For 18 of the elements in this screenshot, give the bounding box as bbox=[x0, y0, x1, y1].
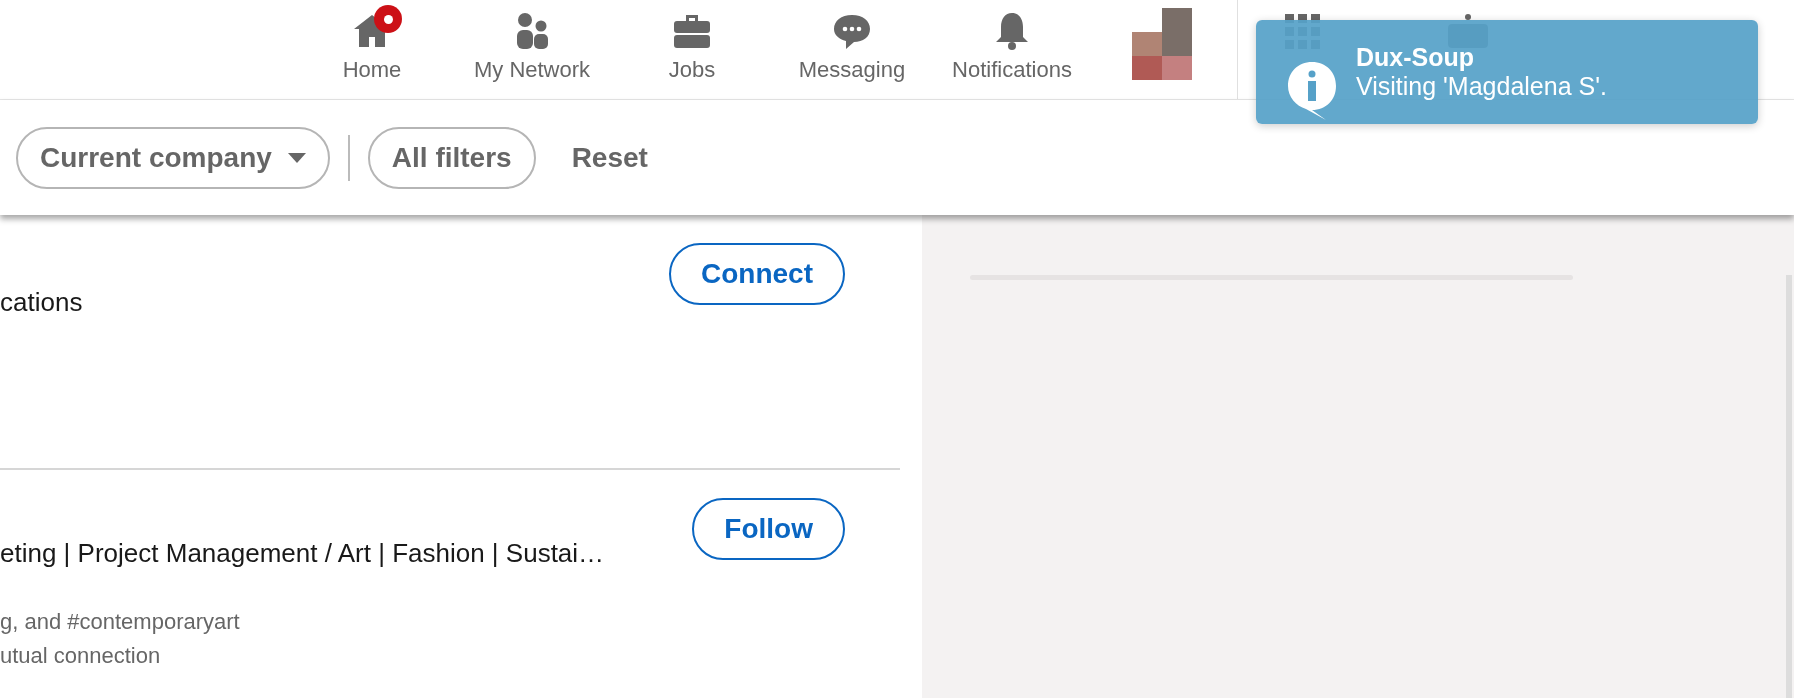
result-headline: cations bbox=[0, 287, 83, 318]
result-detail: utual connection bbox=[0, 643, 162, 669]
connect-button[interactable]: Connect bbox=[669, 243, 845, 305]
nav-item[interactable]: Home bbox=[292, 0, 452, 99]
avatar[interactable] bbox=[1132, 8, 1192, 80]
caret-icon bbox=[287, 152, 306, 163]
follow-button[interactable]: Follow bbox=[692, 498, 845, 560]
toast-message: Visiting 'Magdalena S'. bbox=[1356, 72, 1607, 101]
filter-dropdown[interactable]: Current company bbox=[16, 126, 330, 189]
nav-item[interactable]: Notifications bbox=[932, 0, 1092, 99]
nav-item[interactable]: Messaging bbox=[772, 0, 932, 99]
reset-button[interactable]: Reset bbox=[559, 141, 660, 174]
nav-item[interactable]: My Network bbox=[452, 0, 612, 99]
nav-item[interactable]: Jobs bbox=[612, 0, 772, 99]
toast-title: Dux-Soup bbox=[1356, 43, 1476, 72]
result-detail: g, and #contemporaryart bbox=[0, 609, 241, 635]
filter-button[interactable]: All filters bbox=[367, 126, 536, 189]
result-headline: eting | Project Management / Art | Fashion | Sustai… bbox=[0, 538, 605, 569]
